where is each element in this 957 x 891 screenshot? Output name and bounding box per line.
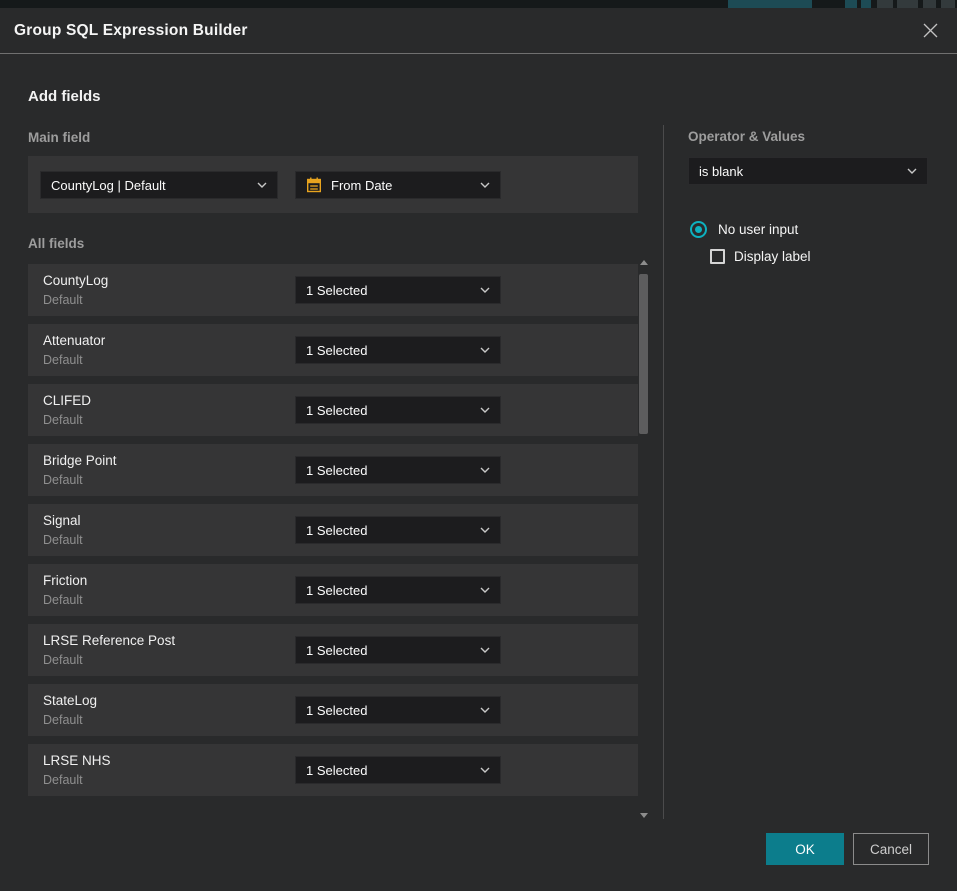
field-subtitle: Default: [43, 533, 83, 547]
scrollbar[interactable]: [638, 258, 650, 818]
chevron-down-icon: [480, 467, 490, 473]
operator-dropdown-value: is blank: [699, 164, 743, 179]
field-selected-dropdown[interactable]: 1 Selected: [295, 336, 501, 364]
column-divider: [663, 125, 664, 819]
field-selected-dropdown-value: 1 Selected: [306, 403, 367, 418]
field-selected-dropdown[interactable]: 1 Selected: [295, 276, 501, 304]
radio-selected-icon: [690, 221, 707, 238]
field-row: Signal Default 1 Selected: [28, 504, 638, 556]
field-subtitle: Default: [43, 413, 83, 427]
scrollbar-thumb[interactable]: [639, 274, 648, 434]
background-app-fragment: [941, 0, 955, 8]
chevron-down-icon: [480, 647, 490, 653]
field-subtitle: Default: [43, 653, 83, 667]
main-field-panel: CountyLog | Default From Date: [28, 156, 638, 213]
field-selected-dropdown[interactable]: 1 Selected: [295, 456, 501, 484]
close-icon: [922, 22, 939, 39]
chevron-down-icon: [480, 767, 490, 773]
field-row: CountyLog Default 1 Selected: [28, 264, 638, 316]
field-row: Attenuator Default 1 Selected: [28, 324, 638, 376]
close-button[interactable]: [917, 18, 943, 44]
scrollbar-up-arrow-icon[interactable]: [640, 260, 648, 265]
cancel-button[interactable]: Cancel: [853, 833, 929, 865]
chevron-down-icon: [480, 287, 490, 293]
field-selected-dropdown[interactable]: 1 Selected: [295, 516, 501, 544]
checkbox-unchecked-icon: [710, 249, 725, 264]
background-app-fragment: [861, 0, 871, 8]
display-label-label: Display label: [734, 249, 811, 264]
field-name: CLIFED: [43, 393, 91, 408]
field-subtitle: Default: [43, 473, 83, 487]
field-row: LRSE Reference Post Default 1 Selected: [28, 624, 638, 676]
chevron-down-icon: [480, 407, 490, 413]
display-label-checkbox-row[interactable]: Display label: [710, 249, 811, 264]
field-selected-dropdown-value: 1 Selected: [306, 283, 367, 298]
field-selected-dropdown-value: 1 Selected: [306, 463, 367, 478]
sql-expression-builder-dialog: Group SQL Expression Builder Add fields …: [0, 8, 957, 891]
chevron-down-icon: [480, 182, 490, 188]
field-selected-dropdown-value: 1 Selected: [306, 523, 367, 538]
dialog-titlebar: Group SQL Expression Builder: [0, 8, 957, 54]
field-selected-dropdown-value: 1 Selected: [306, 703, 367, 718]
dialog-title: Group SQL Expression Builder: [14, 22, 248, 40]
chevron-down-icon: [480, 587, 490, 593]
field-selected-dropdown[interactable]: 1 Selected: [295, 576, 501, 604]
field-selected-dropdown[interactable]: 1 Selected: [295, 756, 501, 784]
all-fields-label: All fields: [28, 236, 84, 251]
field-selected-dropdown[interactable]: 1 Selected: [295, 396, 501, 424]
field-name: Attenuator: [43, 333, 105, 348]
field-subtitle: Default: [43, 593, 83, 607]
field-selected-dropdown[interactable]: 1 Selected: [295, 636, 501, 664]
field-selected-dropdown-value: 1 Selected: [306, 763, 367, 778]
field-row: Bridge Point Default 1 Selected: [28, 444, 638, 496]
field-selected-dropdown-value: 1 Selected: [306, 343, 367, 358]
ok-button[interactable]: OK: [766, 833, 844, 865]
operator-dropdown[interactable]: is blank: [688, 157, 928, 185]
field-name: LRSE NHS: [43, 753, 111, 768]
field-name: Signal: [43, 513, 81, 528]
background-app-fragment: [845, 0, 857, 8]
chevron-down-icon: [480, 347, 490, 353]
chevron-down-icon: [907, 168, 917, 174]
main-field-date-dropdown[interactable]: From Date: [295, 171, 501, 199]
field-name: CountyLog: [43, 273, 108, 288]
background-app-fragment: [923, 0, 936, 8]
field-name: StateLog: [43, 693, 97, 708]
no-user-input-label: No user input: [718, 222, 798, 237]
field-selected-dropdown[interactable]: 1 Selected: [295, 696, 501, 724]
background-app-fragment: [728, 0, 812, 8]
background-app-strip: [0, 0, 957, 8]
field-subtitle: Default: [43, 353, 83, 367]
chevron-down-icon: [480, 707, 490, 713]
chevron-down-icon: [480, 527, 490, 533]
field-name: Friction: [43, 573, 87, 588]
field-subtitle: Default: [43, 773, 83, 787]
chevron-down-icon: [257, 182, 267, 188]
field-row: CLIFED Default 1 Selected: [28, 384, 638, 436]
field-selected-dropdown-value: 1 Selected: [306, 643, 367, 658]
field-name: LRSE Reference Post: [43, 633, 175, 648]
main-field-date-value: From Date: [331, 178, 392, 193]
calendar-icon: [306, 177, 322, 193]
background-app-fragment: [877, 0, 893, 8]
field-selected-dropdown-value: 1 Selected: [306, 583, 367, 598]
field-subtitle: Default: [43, 713, 83, 727]
scrollbar-down-arrow-icon[interactable]: [640, 813, 648, 818]
main-field-source-dropdown[interactable]: CountyLog | Default: [40, 171, 278, 199]
field-name: Bridge Point: [43, 453, 117, 468]
field-row: Friction Default 1 Selected: [28, 564, 638, 616]
main-field-source-value: CountyLog | Default: [51, 178, 166, 193]
field-row: StateLog Default 1 Selected: [28, 684, 638, 736]
main-field-label: Main field: [28, 130, 90, 145]
add-fields-heading: Add fields: [28, 88, 101, 105]
field-row: LRSE NHS Default 1 Selected: [28, 744, 638, 796]
background-app-fragment: [897, 0, 918, 8]
field-subtitle: Default: [43, 293, 83, 307]
no-user-input-radio[interactable]: No user input: [690, 221, 798, 238]
operator-values-label: Operator & Values: [688, 129, 805, 144]
all-fields-list: CountyLog Default 1 Selected Attenuator …: [28, 264, 638, 804]
